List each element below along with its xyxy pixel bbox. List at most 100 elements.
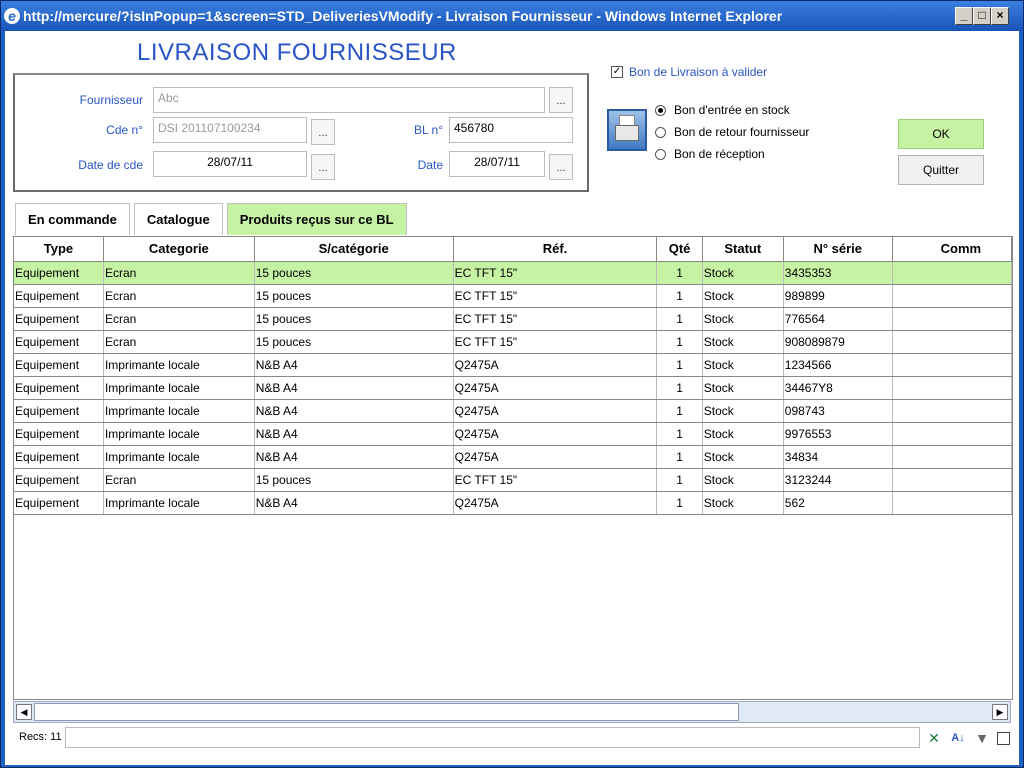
table-cell[interactable]: Stock xyxy=(702,307,784,331)
bl-field[interactable]: 456780 xyxy=(449,117,573,143)
table-cell[interactable]: Imprimante locale xyxy=(103,422,255,446)
table-cell[interactable]: 776564 xyxy=(783,307,893,331)
table-cell[interactable] xyxy=(892,376,1012,400)
table-cell[interactable]: Stock xyxy=(702,468,784,492)
table-cell[interactable]: 1234566 xyxy=(783,353,893,377)
table-cell[interactable]: Imprimante locale xyxy=(103,491,255,515)
table-cell[interactable]: EC TFT 15" xyxy=(453,261,658,285)
tab-en-commande[interactable]: En commande xyxy=(15,203,130,235)
table-row[interactable]: Equipement Ecran 15 pouces EC TFT 15" 1 Stock… xyxy=(14,261,1012,285)
excel-export-icon[interactable]: ✕ xyxy=(925,729,943,747)
table-cell[interactable] xyxy=(892,307,1012,331)
table-row[interactable]: Equipement Ecran 15 pouces EC TFT 15" 1 Stock… xyxy=(14,330,1012,354)
table-cell[interactable]: 989899 xyxy=(783,284,893,308)
table-row[interactable]: Equipement Ecran 15 pouces EC TFT 15" 1 Stock… xyxy=(14,468,1012,492)
column-header[interactable]: N° série xyxy=(783,237,893,262)
cde-browse-button[interactable]: ... xyxy=(311,119,335,145)
table-cell[interactable]: Equipement xyxy=(14,445,104,469)
table-cell[interactable]: Equipement xyxy=(14,261,104,285)
radio-button[interactable] xyxy=(655,148,666,160)
column-header[interactable]: Comm xyxy=(892,237,1012,262)
validate-delivery-option[interactable]: ✓ Bon de Livraison à valider xyxy=(611,65,767,79)
table-cell[interactable]: Stock xyxy=(702,445,784,469)
table-row[interactable]: Equipement Imprimante locale N&B A4 Q2475A 1… xyxy=(14,376,1012,400)
table-cell[interactable]: EC TFT 15" xyxy=(453,330,658,354)
table-cell[interactable]: Q2475A xyxy=(453,491,658,515)
table-cell[interactable]: Q2475A xyxy=(453,422,658,446)
table-cell[interactable]: 1 xyxy=(656,445,703,469)
table-cell[interactable]: Imprimante locale xyxy=(103,445,255,469)
table-cell[interactable]: Q2475A xyxy=(453,353,658,377)
table-cell[interactable]: Imprimante locale xyxy=(103,353,255,377)
table-cell[interactable]: 15 pouces xyxy=(254,261,454,285)
maximize-button[interactable]: □ xyxy=(973,7,991,25)
table-cell[interactable]: N&B A4 xyxy=(254,376,454,400)
table-row[interactable]: Equipement Imprimante locale N&B A4 Q2475A 1… xyxy=(14,399,1012,423)
table-cell[interactable]: 34834 xyxy=(783,445,893,469)
close-button[interactable]: × xyxy=(991,7,1009,25)
date-picker-button[interactable]: ... xyxy=(549,154,573,180)
table-cell[interactable]: N&B A4 xyxy=(254,422,454,446)
table-cell[interactable]: N&B A4 xyxy=(254,491,454,515)
table-cell[interactable]: N&B A4 xyxy=(254,445,454,469)
column-header[interactable]: Qté xyxy=(656,237,703,262)
table-cell[interactable]: 1 xyxy=(656,491,703,515)
table-cell[interactable]: Equipement xyxy=(14,491,104,515)
radio-reception[interactable]: Bon de réception xyxy=(655,143,809,165)
scroll-left-icon[interactable]: ◀ xyxy=(16,704,32,720)
ok-button[interactable]: OK xyxy=(898,119,984,149)
printer-icon[interactable] xyxy=(607,109,647,151)
table-cell[interactable]: 15 pouces xyxy=(254,284,454,308)
table-cell[interactable]: Equipement xyxy=(14,353,104,377)
table-cell[interactable]: Ecran xyxy=(103,330,255,354)
fournisseur-browse-button[interactable]: ... xyxy=(549,87,573,113)
column-header[interactable]: S/catégorie xyxy=(254,237,454,262)
date-cde-field[interactable]: 28/07/11 xyxy=(153,151,307,177)
table-cell[interactable]: Stock xyxy=(702,399,784,423)
table-cell[interactable]: 15 pouces xyxy=(254,468,454,492)
table-cell[interactable]: Stock xyxy=(702,284,784,308)
table-cell[interactable] xyxy=(892,422,1012,446)
table-cell[interactable]: Q2475A xyxy=(453,399,658,423)
table-cell[interactable]: Stock xyxy=(702,330,784,354)
table-cell[interactable] xyxy=(892,330,1012,354)
table-cell[interactable]: Equipement xyxy=(14,307,104,331)
table-cell[interactable]: 15 pouces xyxy=(254,307,454,331)
column-header[interactable]: Statut xyxy=(702,237,784,262)
table-cell[interactable]: Equipement xyxy=(14,330,104,354)
table-cell[interactable]: Equipement xyxy=(14,422,104,446)
radio-retour-fournisseur[interactable]: Bon de retour fournisseur xyxy=(655,121,809,143)
table-cell[interactable]: 908089879 xyxy=(783,330,893,354)
table-cell[interactable]: Ecran xyxy=(103,307,255,331)
table-cell[interactable] xyxy=(892,491,1012,515)
date-field[interactable]: 28/07/11 xyxy=(449,151,545,177)
radio-button[interactable] xyxy=(655,104,666,116)
select-all-checkbox[interactable] xyxy=(997,731,1010,745)
table-row[interactable]: Equipement Imprimante locale N&B A4 Q2475A 1… xyxy=(14,422,1012,446)
table-cell[interactable]: 3435353 xyxy=(783,261,893,285)
table-cell[interactable] xyxy=(892,468,1012,492)
date-cde-picker-button[interactable]: ... xyxy=(311,154,335,180)
table-cell[interactable]: 15 pouces xyxy=(254,330,454,354)
table-cell[interactable]: Stock xyxy=(702,491,784,515)
table-cell[interactable]: 1 xyxy=(656,284,703,308)
table-cell[interactable] xyxy=(892,445,1012,469)
table-cell[interactable]: Imprimante locale xyxy=(103,376,255,400)
cde-field[interactable]: DSI 201107100234 xyxy=(153,117,307,143)
table-row[interactable]: Equipement Imprimante locale N&B A4 Q2475A 1… xyxy=(14,353,1012,377)
table-cell[interactable]: Stock xyxy=(702,422,784,446)
filter-icon[interactable]: ▼ xyxy=(973,729,991,747)
table-cell[interactable]: 1 xyxy=(656,307,703,331)
table-row[interactable]: Equipement Imprimante locale N&B A4 Q2475A 1… xyxy=(14,491,1012,515)
table-cell[interactable]: Equipement xyxy=(14,468,104,492)
horizontal-scrollbar[interactable]: ◀ ▶ xyxy=(13,701,1011,723)
table-cell[interactable]: N&B A4 xyxy=(254,353,454,377)
table-cell[interactable] xyxy=(892,399,1012,423)
table-cell[interactable]: 1 xyxy=(656,422,703,446)
radio-entree-stock[interactable]: Bon d'entrée en stock xyxy=(655,99,809,121)
table-row[interactable]: Equipement Ecran 15 pouces EC TFT 15" 1 Stock… xyxy=(14,307,1012,331)
table-cell[interactable]: Stock xyxy=(702,353,784,377)
tab-catalogue[interactable]: Catalogue xyxy=(133,203,223,235)
column-header[interactable]: Categorie xyxy=(103,237,255,262)
table-cell[interactable]: Stock xyxy=(702,261,784,285)
